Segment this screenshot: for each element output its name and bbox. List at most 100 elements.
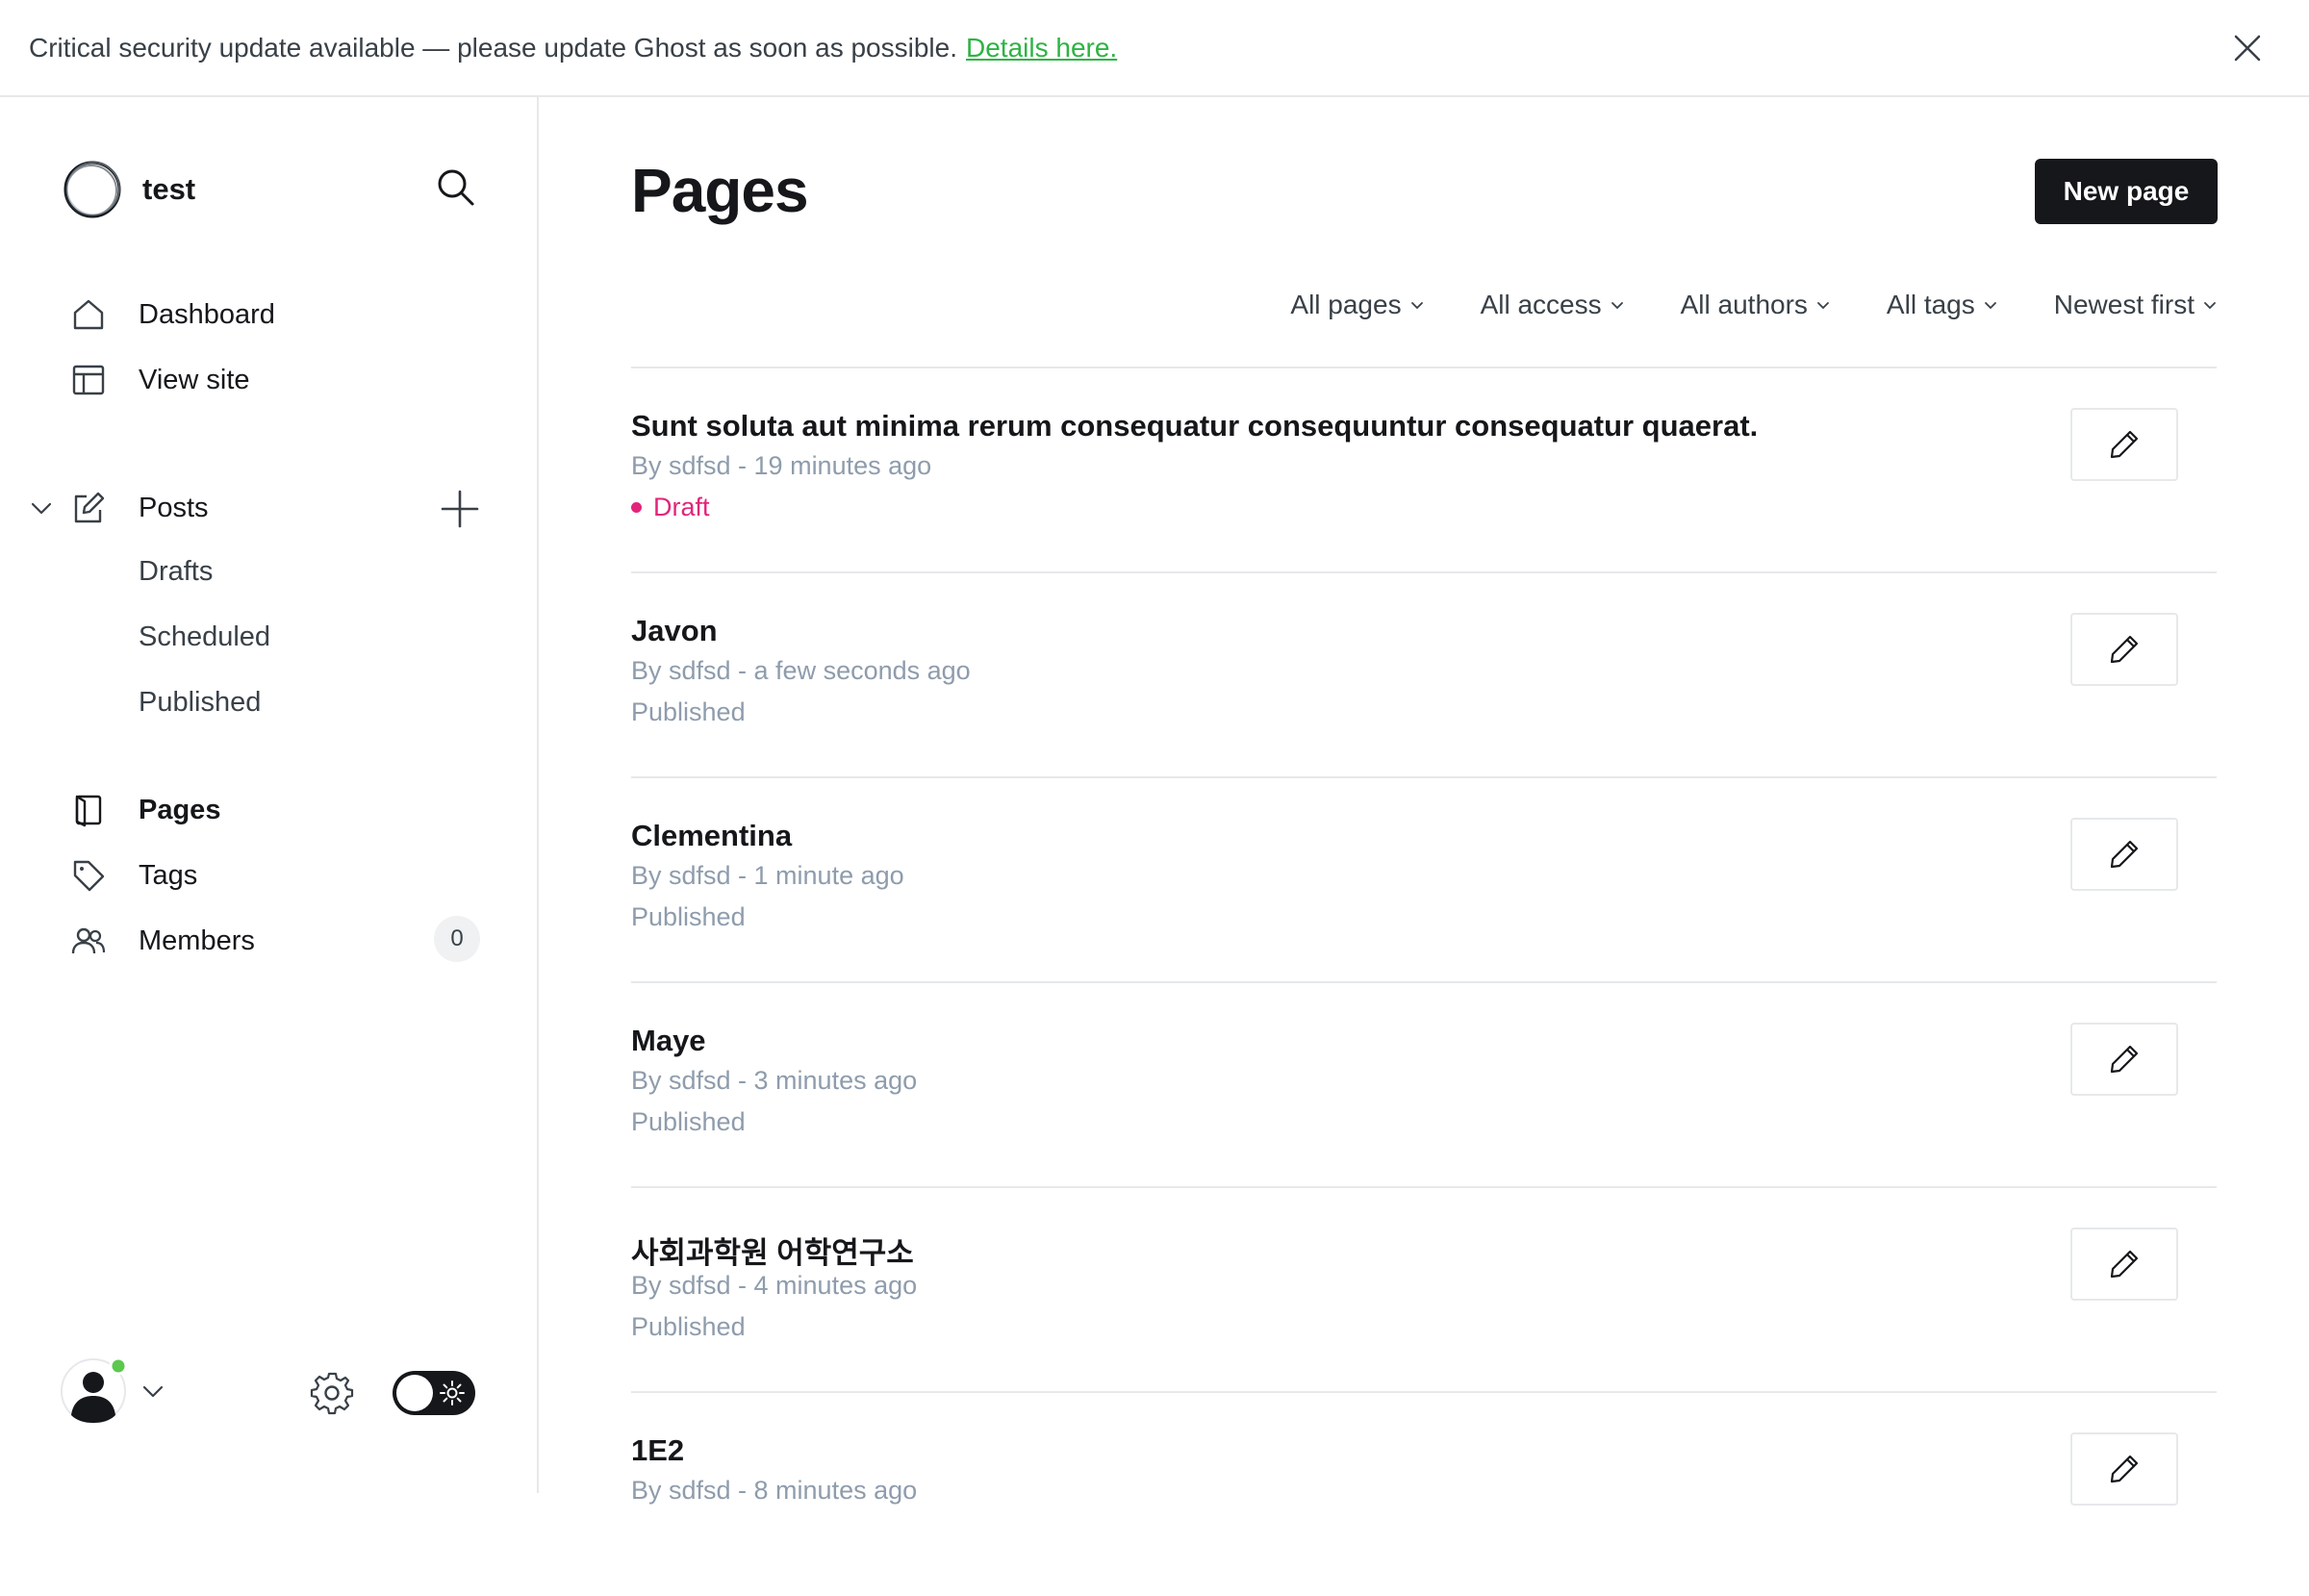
chevron-down-icon: [1410, 302, 1423, 310]
chevron-down-icon[interactable]: [139, 1377, 167, 1406]
pencil-icon: [2110, 840, 2139, 869]
add-post-icon[interactable]: [439, 488, 481, 530]
pencil-icon: [2110, 430, 2139, 459]
edit-post-icon: [69, 489, 108, 527]
user-avatar-icon[interactable]: [60, 1357, 127, 1425]
pencil-icon: [2110, 1045, 2139, 1074]
table-row[interactable]: 사회과학원 어학연구소 By sdfsd - 4 minutes ago Pub…: [631, 1186, 2217, 1391]
page-row-title[interactable]: 1E2: [631, 1433, 684, 1468]
gear-icon[interactable]: [310, 1371, 354, 1415]
search-icon[interactable]: [435, 166, 475, 207]
page-row-meta: By sdfsd - 4 minutes ago: [631, 1271, 918, 1300]
nav-dashboard[interactable]: Dashboard: [69, 288, 275, 342]
nav-view-site-label: View site: [139, 364, 250, 395]
layout-icon: [69, 361, 108, 399]
filter-bar: All pages All access All authors All tag…: [1234, 286, 2218, 324]
nav-dashboard-label: Dashboard: [139, 298, 275, 330]
page-row-title[interactable]: 사회과학원 어학연구소: [631, 1229, 914, 1272]
page-title: Pages: [631, 156, 809, 225]
table-row[interactable]: Javon By sdfsd - a few seconds ago Publi…: [631, 571, 2217, 776]
chevron-down-icon[interactable]: [27, 494, 56, 522]
table-row[interactable]: 1E2 By sdfsd - 8 minutes ago: [631, 1391, 2217, 1596]
status-badge: Published: [631, 1312, 746, 1342]
edit-button[interactable]: [2070, 1228, 2178, 1301]
sidebar: test Dashboard View site Posts Drafts Sc…: [0, 97, 539, 1493]
filter-order[interactable]: Newest first: [2054, 290, 2218, 320]
filter-authors[interactable]: All authors: [1681, 290, 1831, 320]
table-row[interactable]: Clementina By sdfsd - 1 minute ago Publi…: [631, 776, 2217, 981]
banner-details-link[interactable]: Details here.: [966, 33, 1117, 63]
status-label: Published: [631, 902, 746, 931]
chevron-down-icon: [2204, 302, 2216, 310]
banner-message: Critical security update available — ple…: [29, 32, 957, 63]
page-row-meta: By sdfsd - 19 minutes ago: [631, 451, 932, 480]
site-brand[interactable]: test: [62, 159, 195, 220]
status-label: Published: [631, 1107, 746, 1136]
status-label: Published: [631, 1312, 746, 1341]
new-page-button[interactable]: New page: [2035, 159, 2218, 224]
edit-button[interactable]: [2070, 408, 2178, 481]
nav-scheduled-label: Scheduled: [139, 621, 271, 652]
page-row-meta: By sdfsd - 1 minute ago: [631, 861, 904, 890]
pencil-icon: [2110, 1250, 2139, 1279]
filter-order-label: Newest first: [2053, 290, 2195, 319]
tag-icon: [69, 856, 108, 895]
nav-tags[interactable]: Tags: [69, 849, 197, 902]
edit-button[interactable]: [2070, 1432, 2178, 1506]
edit-button[interactable]: [2070, 818, 2178, 891]
draft-dot-icon: [631, 502, 642, 513]
page-row-title[interactable]: Maye: [631, 1024, 706, 1058]
update-banner: Critical security update available — ple…: [0, 0, 2309, 97]
filter-access-label: All access: [1480, 290, 1602, 319]
members-count-badge: 0: [434, 916, 480, 962]
pages-icon: [69, 791, 108, 829]
toggle-knob: [396, 1375, 433, 1411]
filter-tags[interactable]: All tags: [1887, 290, 1998, 320]
nav-pages-label: Pages: [139, 794, 221, 825]
filter-access[interactable]: All access: [1481, 290, 1625, 320]
page-row-meta: By sdfsd - 3 minutes ago: [631, 1066, 918, 1095]
members-icon: [69, 922, 108, 960]
filter-type-label: All pages: [1290, 290, 1402, 319]
sun-icon: [440, 1381, 465, 1406]
edit-button[interactable]: [2070, 613, 2178, 686]
filter-tags-label: All tags: [1886, 290, 1975, 319]
main-content: Pages New page All pages All access All …: [541, 97, 2309, 1506]
nav-pages[interactable]: Pages: [69, 783, 220, 837]
nav-published-label: Published: [139, 686, 262, 718]
chevron-down-icon: [1984, 302, 1996, 310]
nav-posts-label: Posts: [139, 492, 209, 523]
page-row-title[interactable]: Sunt soluta aut minima rerum consequatur…: [631, 409, 1758, 443]
page-row-title[interactable]: Javon: [631, 614, 718, 648]
nav-published[interactable]: Published: [139, 675, 261, 729]
page-row-meta: By sdfsd - a few seconds ago: [631, 656, 971, 685]
status-label: Published: [631, 697, 746, 726]
pages-list: Sunt soluta aut minima rerum consequatur…: [631, 367, 2217, 1596]
page-row-meta: By sdfsd - 8 minutes ago: [631, 1476, 918, 1505]
nav-members[interactable]: Members: [69, 914, 255, 968]
status-badge: Published: [631, 697, 746, 727]
nav-drafts[interactable]: Drafts: [139, 545, 213, 598]
status-badge: Published: [631, 902, 746, 932]
nav-scheduled[interactable]: Scheduled: [139, 610, 270, 664]
status-badge: Published: [631, 1107, 746, 1137]
nav-posts[interactable]: Posts: [69, 481, 209, 535]
filter-type[interactable]: All pages: [1290, 290, 1424, 320]
nav-drafts-label: Drafts: [139, 555, 214, 587]
table-row[interactable]: Maye By sdfsd - 3 minutes ago Published: [631, 981, 2217, 1186]
page-row-title[interactable]: Clementina: [631, 819, 792, 853]
home-icon: [69, 295, 108, 334]
pencil-icon: [2110, 1455, 2139, 1483]
filter-authors-label: All authors: [1680, 290, 1808, 319]
table-row[interactable]: Sunt soluta aut minima rerum consequatur…: [631, 367, 2217, 571]
site-name: test: [142, 172, 196, 206]
status-badge: Draft: [631, 493, 710, 522]
site-logo-icon: [63, 161, 121, 218]
nav-members-label: Members: [139, 925, 255, 956]
nav-view-site[interactable]: View site: [69, 353, 250, 407]
close-icon[interactable]: [2232, 33, 2263, 63]
pencil-icon: [2110, 635, 2139, 664]
theme-toggle[interactable]: [393, 1371, 475, 1415]
nav-tags-label: Tags: [139, 859, 198, 891]
edit-button[interactable]: [2070, 1023, 2178, 1096]
